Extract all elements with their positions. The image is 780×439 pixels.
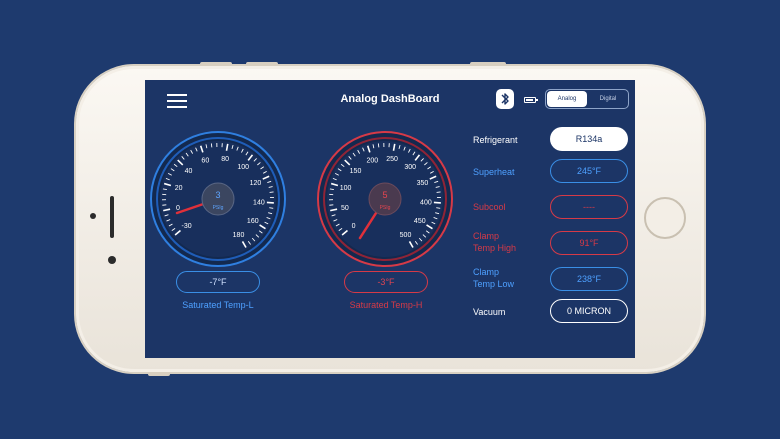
mute-switch (148, 372, 170, 376)
superheat-label: Superheat (473, 167, 515, 177)
high-gauge-tick-label: 500 (400, 232, 412, 239)
low-gauge-tick-label: 40 (185, 168, 193, 175)
low-gauge-tick-label: 80 (221, 156, 229, 163)
high-gauge-tick-label: 150 (350, 168, 362, 175)
clamp-temp-low-label: Clamp Temp Low (473, 267, 515, 289)
home-button[interactable] (644, 197, 686, 239)
high-gauge-tick-label: 350 (417, 180, 429, 187)
low-gauge-tick-label: 160 (247, 218, 259, 225)
high-sat-temp-readout: -3°F (344, 271, 428, 293)
volume-up-button (200, 62, 232, 66)
low-gauge-tick-label: 180 (233, 232, 245, 239)
power-button (470, 62, 506, 66)
sensor (108, 256, 116, 264)
high-gauge-value: 5 (382, 190, 387, 200)
bluetooth-icon[interactable] (496, 89, 514, 109)
clamp-temp-high-value: 91°F (550, 231, 628, 255)
low-gauge-tick-label: 100 (237, 164, 249, 171)
high-pressure-gauge: 0 50 100 150 200 250 300 350 400 450500 5 PSIg (317, 131, 453, 267)
high-gauge-tick-label: 300 (404, 164, 416, 171)
low-sat-temp-caption: Saturated Temp-L (182, 300, 254, 310)
low-gauge-tick-label: 120 (250, 180, 262, 187)
high-gauge-tick-label: 100 (340, 185, 352, 192)
app-screen: Analog DashBoard Analog Digital -30 0 20 40… (145, 80, 635, 358)
earpiece-speaker (110, 196, 114, 238)
subcool-value: ---- (550, 195, 628, 219)
low-gauge-tick-label: 20 (175, 185, 183, 192)
high-sat-temp-caption: Saturated Temp-H (349, 300, 423, 310)
clamp-temp-high-label: Clamp Temp High (473, 231, 517, 253)
digital-tab[interactable]: Digital (588, 90, 628, 108)
low-gauge-tick (269, 191, 274, 193)
analog-tab[interactable]: Analog (547, 91, 587, 107)
low-gauge-tick-label: 60 (201, 158, 209, 165)
volume-down-button (246, 62, 278, 66)
high-gauge-tick-label: 200 (366, 158, 378, 165)
high-gauge-tick-label: 50 (341, 205, 349, 212)
subcool-label: Subcool (473, 202, 506, 212)
high-gauge-tick-label: 450 (414, 218, 426, 225)
vacuum-value[interactable]: 0 MICRON (550, 299, 628, 323)
low-gauge-value: 3 (215, 190, 220, 200)
low-sat-temp-readout: -7°F (176, 271, 260, 293)
high-gauge-unit: PSIg (380, 205, 391, 211)
low-gauge-unit: PSIg (213, 205, 224, 211)
high-gauge-tick-label: 0 (352, 223, 356, 230)
low-gauge-tick-label: -30 (182, 223, 192, 230)
view-mode-toggle[interactable]: Analog Digital (545, 89, 629, 109)
clamp-temp-low-value: 238°F (550, 267, 628, 291)
battery-icon (524, 97, 538, 103)
high-gauge-tick-label: 400 (420, 199, 432, 206)
high-gauge-tick (436, 191, 441, 193)
front-camera (90, 213, 96, 219)
low-gauge-tick-label: 140 (253, 199, 265, 206)
refrigerant-label: Refrigerant (473, 135, 518, 145)
refrigerant-value[interactable]: R134a (550, 127, 628, 151)
superheat-value: 245°F (550, 159, 628, 183)
vacuum-label: Vacuum (473, 307, 506, 317)
low-pressure-gauge: -300204060 80100120140160180 3 PSIg (150, 131, 286, 267)
high-gauge-tick-label: 250 (386, 156, 398, 163)
